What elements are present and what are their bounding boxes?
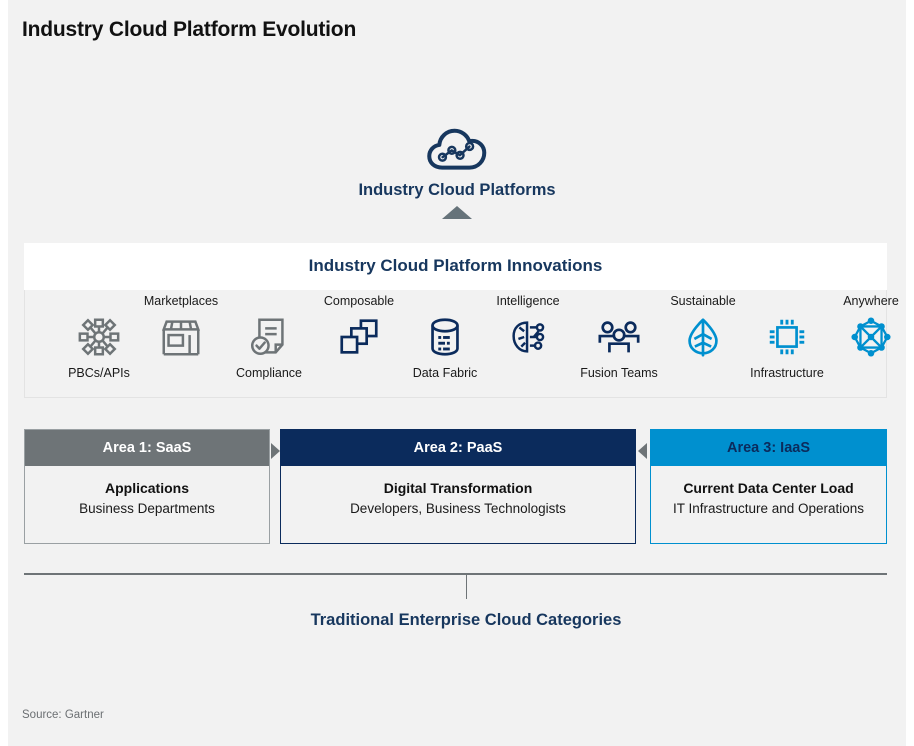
hero-block: Industry Cloud Platforms xyxy=(0,126,914,219)
up-triangle-icon xyxy=(442,206,472,219)
area-header: Area 3: IaaS xyxy=(651,430,886,466)
bracket-label: Traditional Enterprise Cloud Categories xyxy=(310,611,622,629)
innovation-label: PBCs/APIs xyxy=(68,366,130,380)
hero-label: Industry Cloud Platforms xyxy=(358,181,556,199)
area-subtitle: IT Infrastructure and Operations xyxy=(672,501,865,516)
area-card-saas[interactable]: Area 1: SaaS Applications Business Depar… xyxy=(24,429,270,544)
area-header: Area 1: SaaS xyxy=(25,430,269,466)
innovation-item-anywhere[interactable]: Anywhere xyxy=(811,294,914,360)
area-title: Applications xyxy=(104,480,189,496)
area-subtitle: Developers, Business Technologists xyxy=(350,501,566,516)
innovation-label: Intelligence xyxy=(496,294,560,308)
innovations-panel: PBCs/APIs Marketplaces Compliance Compos… xyxy=(24,290,899,398)
innovation-label: Sustainable xyxy=(670,294,736,308)
innovation-label: Compliance xyxy=(235,366,302,380)
diagram-canvas: Industry Cloud Platform Evolution Indust… xyxy=(0,0,914,746)
innovations-title: Industry Cloud Platform Innovations xyxy=(308,256,603,275)
page-title: Industry Cloud Platform Evolution xyxy=(22,18,357,41)
bracket-stem xyxy=(466,575,467,599)
area-body: Current Data Center Load IT Infrastructu… xyxy=(651,466,886,543)
innovation-label: Marketplaces xyxy=(143,294,219,308)
area-header: Area 2: PaaS xyxy=(281,430,635,466)
left-triangle-icon xyxy=(638,443,647,459)
right-triangle-icon xyxy=(271,443,280,459)
mesh-network-icon xyxy=(811,314,914,360)
innovation-label: Anywhere xyxy=(843,294,899,308)
innovation-label: Data Fabric xyxy=(412,366,478,380)
cloud-network-icon xyxy=(0,126,914,170)
area-card-iaas[interactable]: Area 3: IaaS Current Data Center Load IT… xyxy=(650,429,887,544)
area-body: Digital Transformation Developers, Busin… xyxy=(281,466,635,543)
innovation-label: Fusion Teams xyxy=(580,366,658,380)
bracket-line xyxy=(24,573,887,575)
area-title: Current Data Center Load xyxy=(683,480,854,496)
area-card-paas[interactable]: Area 2: PaaS Digital Transformation Deve… xyxy=(280,429,636,544)
innovations-banner: Industry Cloud Platform Innovations PBCs… xyxy=(24,243,899,398)
source-note: Source: Gartner xyxy=(22,709,104,721)
area-body: Applications Business Departments xyxy=(25,466,269,543)
area-subtitle: Business Departments xyxy=(79,501,215,516)
innovation-label: Infrastructure xyxy=(750,366,824,380)
area-title: Digital Transformation xyxy=(383,480,533,496)
innovation-label: Composable xyxy=(323,294,395,308)
